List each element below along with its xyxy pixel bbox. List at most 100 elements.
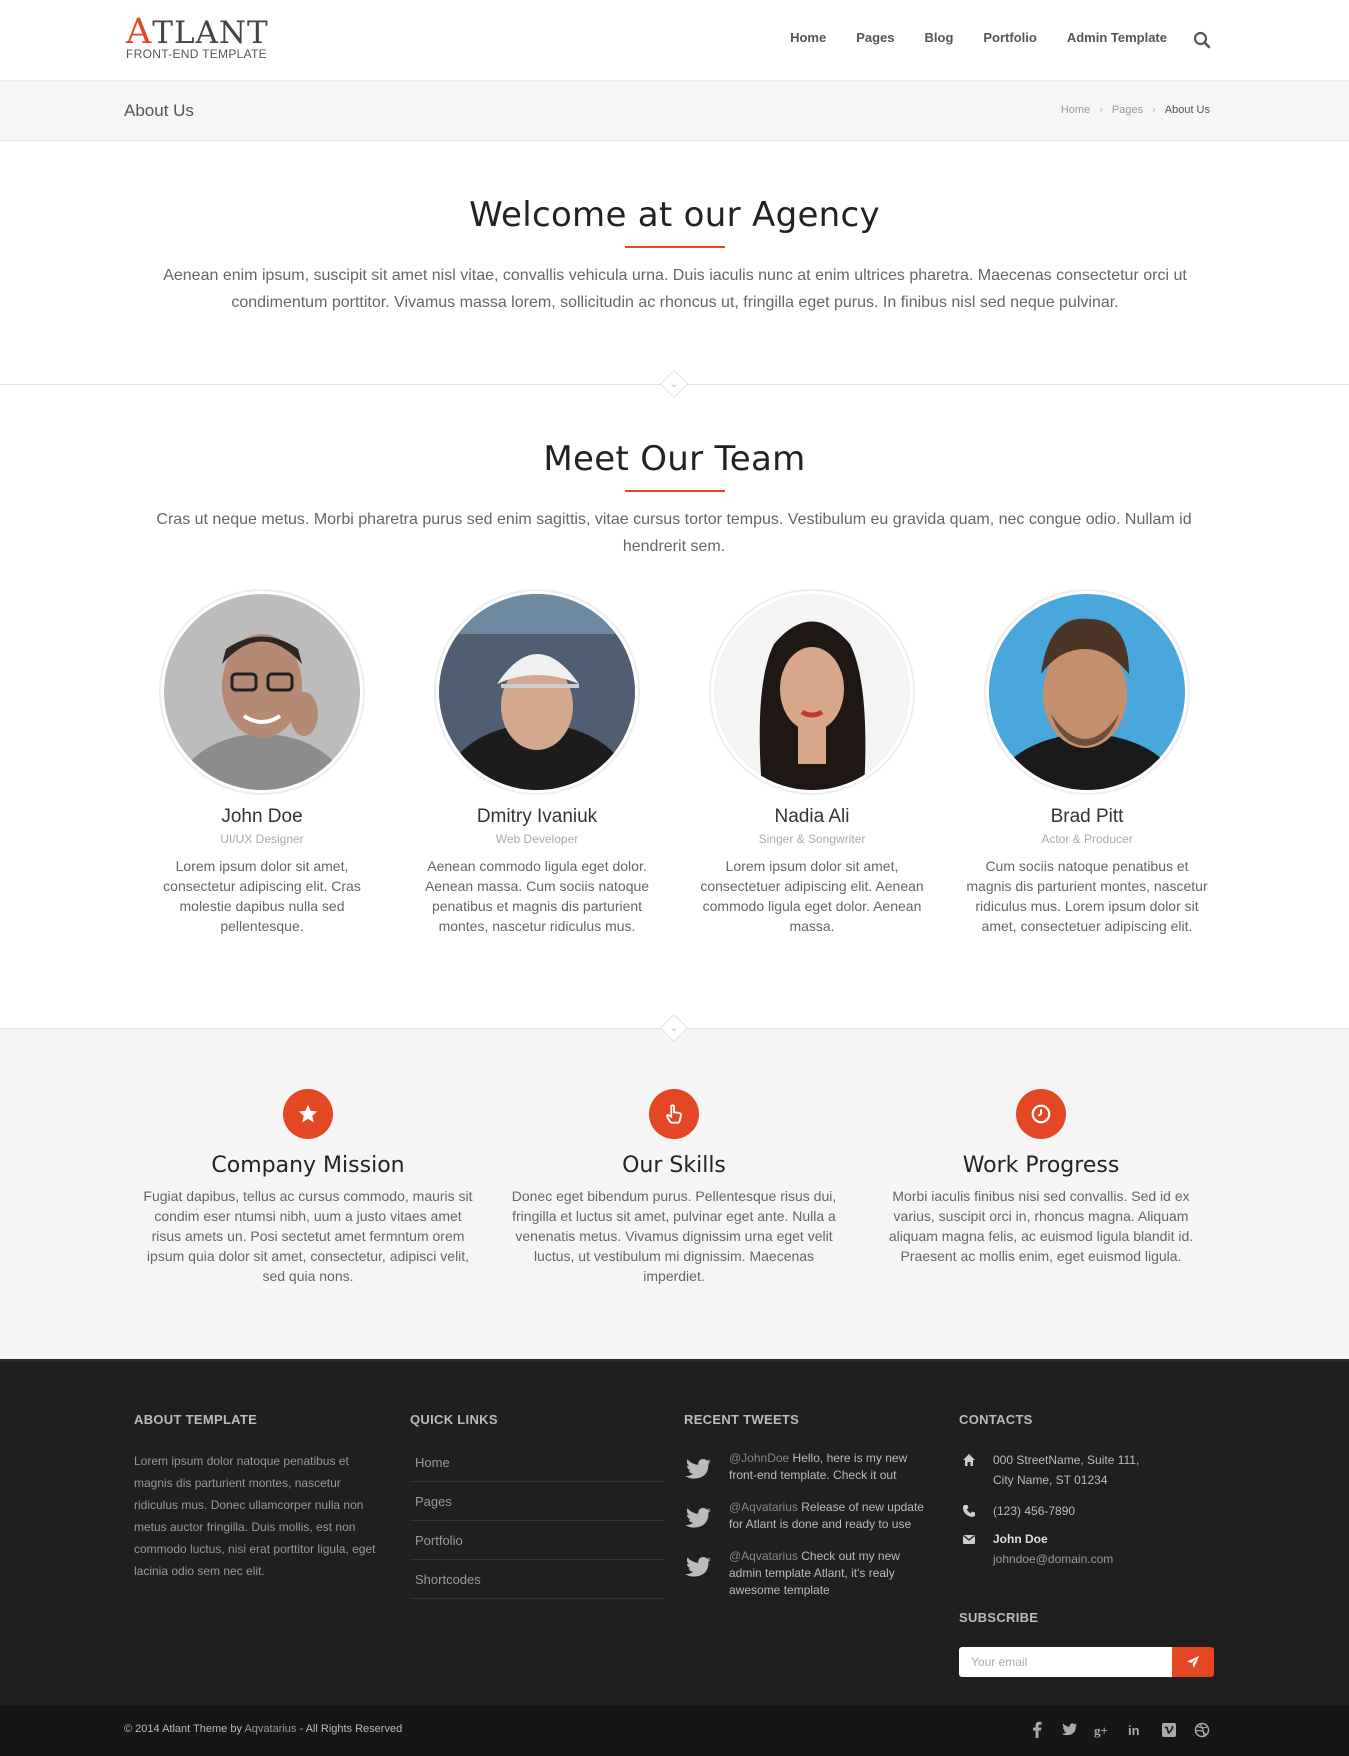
home-icon: [962, 1453, 976, 1467]
contact-address: 000 StreetName, Suite 111, City Name, ST…: [959, 1450, 1219, 1490]
footer-link-home[interactable]: Home: [410, 1443, 665, 1482]
svg-text:g+: g+: [1094, 1723, 1108, 1738]
team-member: Brad Pitt Actor & Producer Cum sociis na…: [962, 589, 1212, 936]
avatar: [984, 589, 1190, 795]
contact-email: John Doe johndoe@domain.com: [959, 1529, 1219, 1569]
avatar: [709, 589, 915, 795]
footer-link-portfolio[interactable]: Portfolio: [410, 1521, 665, 1560]
footer-contacts: CONTACTS 000 StreetName, Suite 111, City…: [959, 1412, 1219, 1625]
svg-text:in: in: [1128, 1723, 1140, 1738]
member-role: Actor & Producer: [1041, 832, 1133, 846]
phone-number[interactable]: (123) 456-7890: [993, 1501, 1219, 1521]
footer-about: ABOUT TEMPLATE Lorem ipsum dolor natoque…: [134, 1412, 384, 1582]
paper-plane-icon: [1187, 1656, 1199, 1668]
chevron-down-icon: ⌄: [669, 379, 679, 390]
avatar: [434, 589, 640, 795]
star-icon: [283, 1089, 333, 1139]
feature-text: Fugiat dapibus, tellus ac cursus commodo…: [143, 1188, 473, 1284]
avatar-photo: [714, 594, 910, 790]
avatar-photo: [439, 594, 635, 790]
footer-quick-links: QUICK LINKS Home Pages Portfolio Shortco…: [410, 1412, 665, 1599]
nav-blog[interactable]: Blog: [925, 30, 954, 45]
subscribe-heading: SUBSCRIBE: [959, 1610, 1039, 1625]
feature-text: Morbi iaculis finibus nisi sed convallis…: [888, 1188, 1194, 1264]
feature-title: Company Mission: [211, 1153, 405, 1178]
tweet-item: @JohnDoe Hello, here is my new front-end…: [684, 1450, 934, 1484]
footer-link-pages[interactable]: Pages: [410, 1482, 665, 1521]
title-underline: [624, 490, 725, 492]
member-bio: Lorem ipsum dolor sit amet, consectetur …: [163, 858, 361, 934]
dribbble-icon[interactable]: [1192, 1720, 1211, 1739]
team-title: Meet Our Team: [543, 439, 806, 479]
copyright-suffix: - All Rights Reserved: [296, 1723, 403, 1735]
welcome-section: Welcome at our Agency: [0, 195, 1349, 248]
footer-link-shortcodes[interactable]: Shortcodes: [410, 1560, 665, 1599]
contact-list: 000 StreetName, Suite 111, City Name, ST…: [959, 1450, 1219, 1569]
page-title: About Us: [124, 101, 194, 120]
feature-block: Company Mission Fugiat dapibus, tellus a…: [138, 1089, 478, 1286]
vimeo-icon[interactable]: [1159, 1720, 1178, 1739]
team-section: Meet Our Team: [0, 439, 1349, 492]
twitter-icon[interactable]: [1060, 1720, 1079, 1739]
subscribe-button[interactable]: [1172, 1647, 1214, 1677]
contact-name: John Doe: [993, 1532, 1048, 1546]
footer-heading: RECENT TWEETS: [684, 1412, 800, 1427]
quick-links-list: Home Pages Portfolio Shortcodes: [410, 1443, 665, 1599]
twitter-icon: [684, 1507, 712, 1531]
tweet-list: @JohnDoe Hello, here is my new front-end…: [684, 1450, 934, 1599]
tweet-item: @Aqvatarius Release of new update for At…: [684, 1499, 934, 1533]
member-name: Dmitry Ivaniuk: [476, 806, 598, 827]
chevron-down-icon: ⌄: [669, 1023, 679, 1034]
chevron-right-icon: ›: [1152, 104, 1156, 116]
member-bio: Lorem ipsum dolor sit amet, consectetuer…: [700, 858, 924, 934]
breadcrumb-current: About Us: [1164, 104, 1210, 116]
nav-pages[interactable]: Pages: [856, 30, 894, 45]
team-member: Nadia Ali Singer & Songwriter Lorem ipsu…: [687, 589, 937, 936]
team-text: Cras ut neque metus. Morbi pharetra puru…: [156, 511, 1192, 555]
feature-block: Work Progress Morbi iaculis finibus nisi…: [871, 1089, 1211, 1266]
breadcrumb-home[interactable]: Home: [1061, 104, 1090, 116]
nav-admin-template[interactable]: Admin Template: [1067, 30, 1167, 45]
member-name: Brad Pitt: [1050, 806, 1124, 827]
search-icon[interactable]: [1193, 31, 1211, 49]
copyright-author-link[interactable]: Aqvatarius: [244, 1723, 296, 1735]
main-nav: Home Pages Blog Portfolio Admin Template: [790, 30, 1167, 45]
address-line-1: 000 StreetName, Suite 111,: [993, 1453, 1140, 1467]
tweet-handle[interactable]: @JohnDoe: [729, 1451, 789, 1465]
welcome-text: Aenean enim ipsum, suscipit sit amet nis…: [163, 267, 1187, 311]
nav-home[interactable]: Home: [790, 30, 826, 45]
member-role: UI/UX Designer: [220, 832, 304, 846]
breadcrumb-pages[interactable]: Pages: [1112, 104, 1143, 116]
subscribe-form: [959, 1647, 1214, 1677]
footer-heading: CONTACTS: [959, 1412, 1033, 1427]
team-member: Dmitry Ivaniuk Web Developer Aenean comm…: [412, 589, 662, 936]
hand-pointer-icon: [649, 1089, 699, 1139]
member-role: Web Developer: [495, 832, 579, 846]
clock-icon: [1016, 1089, 1066, 1139]
tweet-handle[interactable]: @Aqvatarius: [729, 1549, 798, 1563]
footer-heading: QUICK LINKS: [410, 1412, 498, 1427]
footer-about-text: Lorem ipsum dolor natoque penatibus et m…: [134, 1454, 376, 1578]
member-name: Nadia Ali: [774, 806, 850, 827]
member-name: John Doe: [221, 806, 303, 827]
linkedin-icon[interactable]: in: [1126, 1720, 1145, 1739]
nav-portfolio[interactable]: Portfolio: [983, 30, 1036, 45]
welcome-title: Welcome at our Agency: [469, 195, 880, 235]
page-titlebar: About Us Home › Pages › About Us: [0, 80, 1349, 141]
avatar: [159, 589, 365, 795]
logo[interactable]: ATLANT FRONT-END TEMPLATE: [126, 12, 269, 62]
site-header: ATLANT FRONT-END TEMPLATE Home Pages Blo…: [0, 0, 1349, 80]
logo-text: ATLANT: [126, 12, 269, 52]
breadcrumb: Home › Pages › About Us: [1061, 104, 1210, 116]
facebook-icon[interactable]: [1027, 1720, 1046, 1739]
social-links: g+ in: [1027, 1720, 1211, 1739]
team-member: John Doe UI/UX Designer Lorem ipsum dolo…: [137, 589, 387, 936]
member-bio: Cum sociis natoque penatibus et magnis d…: [966, 858, 1208, 934]
subscribe-email-input[interactable]: [959, 1647, 1172, 1677]
bottom-bar: © 2014 Atlant Theme by Aqvatarius - All …: [0, 1705, 1349, 1756]
envelope-icon: [962, 1532, 976, 1546]
member-bio: Aenean commodo ligula eget dolor. Aenean…: [424, 858, 650, 934]
contact-email-address[interactable]: johndoe@domain.com: [993, 1549, 1219, 1569]
google-plus-icon[interactable]: g+: [1093, 1720, 1112, 1739]
tweet-handle[interactable]: @Aqvatarius: [729, 1500, 798, 1514]
